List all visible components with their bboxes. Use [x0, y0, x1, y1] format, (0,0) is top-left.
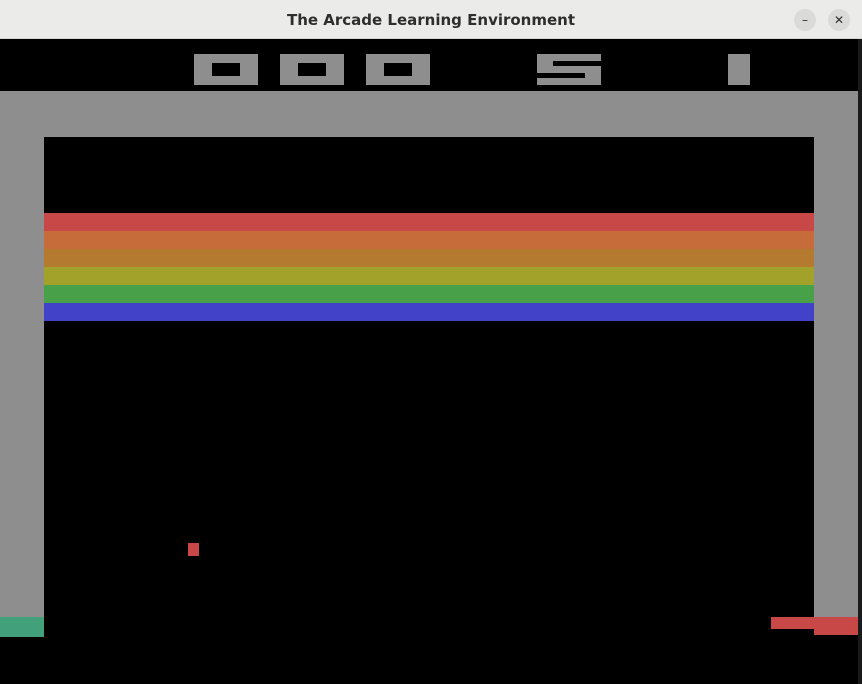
brick-row-2: [44, 231, 814, 249]
lives-digit-glyph: [537, 54, 601, 85]
score-digit-2-glyph: [280, 54, 344, 85]
brick-row-4: [44, 267, 814, 285]
score-digit-3: [366, 54, 430, 85]
brick-row-1: [44, 213, 814, 231]
game-screen[interactable]: [0, 39, 862, 684]
ball: [188, 543, 199, 556]
left-wall-base: [0, 617, 44, 637]
player-digit-glyph: [728, 54, 750, 85]
score-digit-1: [194, 54, 258, 85]
brick-row-5: [44, 285, 814, 303]
player-digit: [688, 54, 752, 85]
paddle: [771, 617, 814, 629]
left-wall: [0, 137, 44, 617]
right-wall-base: [814, 617, 858, 635]
top-wall: [0, 91, 858, 137]
game-window: The Arcade Learning Environment – ✕: [0, 0, 862, 684]
window-title: The Arcade Learning Environment: [286, 11, 576, 29]
right-wall: [814, 137, 858, 617]
brick-row-3: [44, 249, 814, 267]
brick-row-6: [44, 303, 814, 321]
score-digit-2: [280, 54, 344, 85]
close-button[interactable]: ✕: [828, 9, 850, 31]
title-bar[interactable]: The Arcade Learning Environment – ✕: [0, 0, 862, 39]
score-digit-3-glyph: [366, 54, 430, 85]
lives-digit: [537, 54, 601, 85]
window-edge: [858, 39, 862, 684]
minimize-button[interactable]: –: [794, 9, 816, 31]
score-digit-1-glyph: [194, 54, 258, 85]
